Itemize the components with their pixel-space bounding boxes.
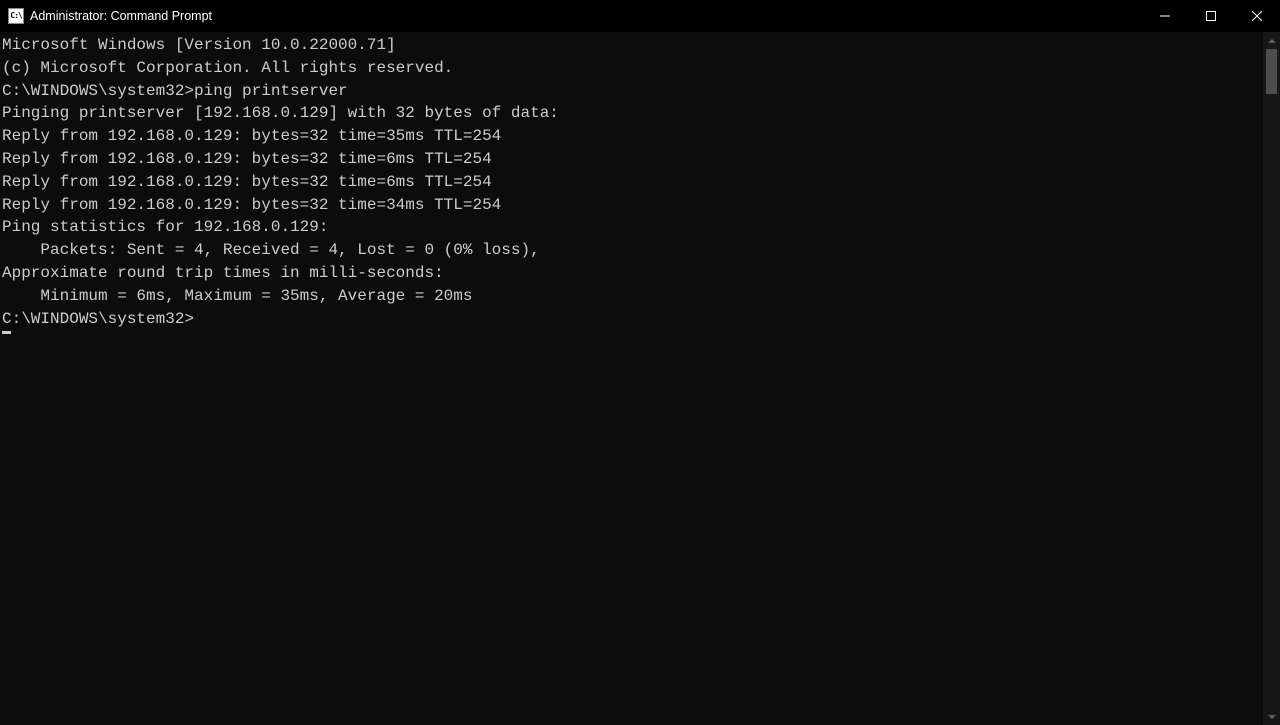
copyright-line: (c) Microsoft Corporation. All rights re… <box>2 57 1263 80</box>
client-area: Microsoft Windows [Version 10.0.22000.71… <box>0 32 1280 725</box>
command-prompt-window: C:\ Administrator: Command Prompt Micros… <box>0 0 1280 725</box>
maximize-icon <box>1206 11 1216 21</box>
cmd-icon: C:\ <box>8 8 24 24</box>
maximize-button[interactable] <box>1188 0 1234 32</box>
reply-line: Reply from 192.168.0.129: bytes=32 time=… <box>2 125 1263 148</box>
prompt-line: C:\WINDOWS\system32>ping printserver <box>2 80 1263 103</box>
close-button[interactable] <box>1234 0 1280 32</box>
pinging-line: Pinging printserver [192.168.0.129] with… <box>2 102 1263 125</box>
chevron-down-icon <box>1268 715 1276 719</box>
minimize-icon <box>1160 11 1170 21</box>
close-icon <box>1252 11 1262 21</box>
window-controls <box>1142 0 1280 32</box>
packets-line: Packets: Sent = 4, Received = 4, Lost = … <box>2 239 1263 262</box>
stats-header-line: Ping statistics for 192.168.0.129: <box>2 216 1263 239</box>
minimize-button[interactable] <box>1142 0 1188 32</box>
reply-line: Reply from 192.168.0.129: bytes=32 time=… <box>2 148 1263 171</box>
chevron-up-icon <box>1268 39 1276 43</box>
cursor <box>2 331 11 334</box>
prompt-text: C:\WINDOWS\system32> <box>2 310 194 328</box>
scroll-track[interactable] <box>1263 49 1280 708</box>
minmax-line: Minimum = 6ms, Maximum = 35ms, Average =… <box>2 285 1263 308</box>
reply-line: Reply from 192.168.0.129: bytes=32 time=… <box>2 194 1263 217</box>
scroll-up-arrow[interactable] <box>1263 32 1280 49</box>
approx-line: Approximate round trip times in milli-se… <box>2 262 1263 285</box>
current-prompt-line: C:\WINDOWS\system32> <box>2 308 1263 334</box>
reply-line: Reply from 192.168.0.129: bytes=32 time=… <box>2 171 1263 194</box>
cmd-icon-text: C:\ <box>10 12 21 20</box>
version-line: Microsoft Windows [Version 10.0.22000.71… <box>2 34 1263 57</box>
vertical-scrollbar[interactable] <box>1263 32 1280 725</box>
window-title: Administrator: Command Prompt <box>30 9 212 23</box>
scroll-thumb[interactable] <box>1266 49 1277 94</box>
scroll-down-arrow[interactable] <box>1263 708 1280 725</box>
titlebar[interactable]: C:\ Administrator: Command Prompt <box>0 0 1280 32</box>
terminal-output[interactable]: Microsoft Windows [Version 10.0.22000.71… <box>0 32 1263 725</box>
